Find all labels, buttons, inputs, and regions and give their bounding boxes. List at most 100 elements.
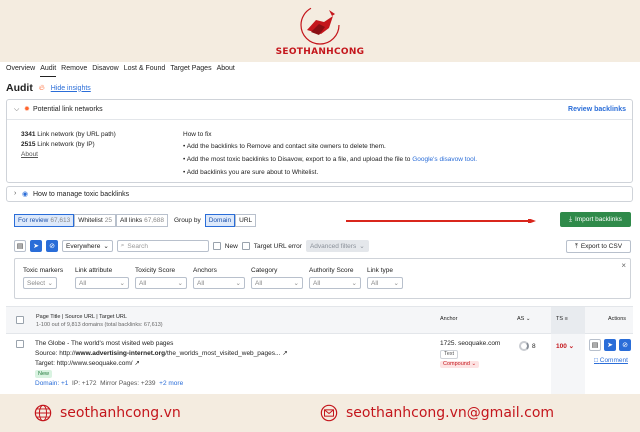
document-icon[interactable]: ▤	[589, 339, 601, 351]
close-icon[interactable]: ×	[621, 261, 626, 270]
filter-panel: × Toxic markers Select ⌄ Link attribute A…	[14, 258, 631, 299]
row-source-url[interactable]: Source: http://www.advertising-internet.…	[35, 349, 288, 359]
document-icon[interactable]: ▤	[14, 240, 26, 252]
anchor-text: 1725. seoquake.com	[440, 340, 501, 347]
panel-title: Potential link networks	[33, 106, 103, 113]
hide-insights-link[interactable]: Hide insights	[51, 85, 91, 92]
category-select[interactable]: All ⌄	[251, 277, 303, 289]
stat-ip: 2515 Link network (by IP)	[21, 141, 95, 148]
column-page-title: Page Title | Source URL | Target URL 1-1…	[36, 314, 163, 328]
upload-icon: ⤒	[574, 242, 578, 250]
sort-icon: ≡	[564, 316, 568, 322]
ip-link[interactable]: IP: +172	[72, 380, 96, 387]
brand-footer: seothanhcong.vn seothanhcong.vn@gmail.co…	[0, 394, 640, 432]
column-as[interactable]: AS ⌄	[517, 316, 530, 322]
globe-icon	[34, 404, 52, 422]
filter-link-type: Link type All ⌄	[367, 267, 403, 289]
send-icon[interactable]: ➤	[604, 339, 616, 351]
tab-target-pages[interactable]: Target Pages	[170, 65, 211, 77]
group-domain[interactable]: Domain	[204, 214, 236, 227]
stat-url-path: 3341 Link network (by URL path)	[21, 131, 116, 138]
row-meta: Domain: +1 IP: +172 Mirror Pages: +239 +…	[35, 379, 288, 389]
review-backlinks-link[interactable]: Review backlinks	[568, 106, 626, 113]
disavow-tool-link[interactable]: Google's disavow tool.	[412, 156, 477, 163]
target-error-checkbox[interactable]	[241, 242, 250, 250]
tab-remove[interactable]: Remove	[61, 65, 87, 77]
filter-toxic-markers: Toxic markers Select ⌄	[23, 267, 64, 289]
toxicity-score[interactable]: 100 ⌄	[551, 334, 585, 394]
tab-audit[interactable]: Audit	[40, 65, 57, 77]
how-to-fix: How to fix • Add the backlinks to Remove…	[183, 130, 477, 179]
tab-overview[interactable]: Overview	[6, 65, 35, 77]
filter-authority-score: Authority Score All ⌄	[309, 267, 361, 289]
flame-icon: 🔥︎	[38, 83, 45, 92]
tab-for-review[interactable]: For review 67,613	[14, 214, 75, 227]
scope-select[interactable]: Everywhere ⌄	[62, 240, 113, 252]
chevron-down-icon: ⌄	[359, 243, 365, 250]
advanced-filters-button[interactable]: Advanced filters ⌄	[305, 240, 369, 252]
chevron-down-icon[interactable]: ⌵	[14, 106, 19, 114]
footer-email[interactable]: seothanhcong.vn@gmail.com	[320, 404, 554, 422]
chevron-right-icon[interactable]: ›	[14, 190, 16, 197]
list-toolbar: ▤ ➤ ⊘ Everywhere ⌄ ⌕ Search New Target URL…	[14, 240, 369, 252]
link-attribute-select[interactable]: All ⌄	[75, 277, 129, 289]
search-input[interactable]: ⌕ Search	[116, 240, 209, 252]
row-actions: ▤ ➤ ⊘	[589, 339, 631, 351]
authority-score-select[interactable]: All ⌄	[309, 277, 361, 289]
annotation-arrow	[346, 219, 536, 223]
compound-tag[interactable]: Compound ⌄	[440, 361, 480, 368]
filter-link-attribute: Link attribute All ⌄	[75, 267, 129, 289]
tab-lost-found[interactable]: Lost & Found	[124, 65, 166, 77]
howto-item: • Add the most toxic backlinks to Disavo…	[183, 156, 478, 163]
tab-all-links[interactable]: All links 67,688	[116, 214, 168, 227]
external-link-icon[interactable]: ↗	[134, 360, 139, 367]
toxic-markers-select[interactable]: Select ⌄	[23, 277, 57, 289]
row-target-url[interactable]: Target: http://www.seoquake.com/ ↗	[35, 359, 288, 369]
column-anchor[interactable]: Anchor	[440, 316, 457, 322]
manage-label: How to manage toxic backlinks	[33, 191, 130, 198]
score-ring-icon	[519, 341, 529, 351]
row-page-info: The Globe - The world's most visited web…	[35, 339, 288, 389]
select-all-checkbox[interactable]	[16, 316, 24, 324]
filter-category: Category All ⌄	[251, 267, 303, 289]
link-networks-panel: ⌵ ✹ Potential link networks Review backl…	[6, 99, 633, 183]
brand-header: SEOTHANHCONG	[0, 0, 640, 62]
row-title[interactable]: The Globe - The world's most visited web…	[35, 339, 288, 349]
howto-title: How to fix	[183, 131, 212, 138]
mirror-link[interactable]: Mirror Pages: +239	[100, 380, 155, 387]
more-link[interactable]: +2 more	[159, 380, 183, 387]
disavow-icon[interactable]: ⊘	[46, 240, 58, 252]
comment-link[interactable]: □ Comment	[594, 357, 628, 364]
send-icon[interactable]: ➤	[30, 240, 42, 252]
link-type-select[interactable]: All ⌄	[367, 277, 403, 289]
new-checkbox[interactable]	[212, 242, 221, 250]
row-anchor: 1725. seoquake.com Text Compound ⌄	[440, 339, 500, 369]
page-title-bar: Audit 🔥︎ Hide insights	[6, 82, 91, 94]
network-stats: 3341 Link network (by URL path) 2515 Lin…	[21, 130, 116, 160]
disavow-icon[interactable]: ⊘	[619, 339, 631, 351]
footer-website[interactable]: seothanhcong.vn	[34, 404, 181, 422]
page-title: Audit	[6, 82, 33, 94]
search-icon: ⌕	[120, 242, 125, 249]
export-csv-button[interactable]: ⤒ Export to CSV	[566, 240, 631, 253]
import-backlinks-button[interactable]: ⤓ Import backlinks	[560, 212, 631, 227]
toxicity-score-select[interactable]: All ⌄	[135, 277, 187, 289]
column-ts[interactable]: TS ≡	[551, 307, 585, 334]
top-nav: Overview Audit Remove Disavow Lost & Fou…	[6, 65, 235, 77]
panel-header[interactable]: ⌵ ✹ Potential link networks Review backl…	[7, 100, 632, 120]
anchors-select[interactable]: All ⌄	[193, 277, 245, 289]
domain-link[interactable]: Domain: +1	[35, 380, 68, 387]
filter-toxicity-score: Toxicity Score All ⌄	[135, 267, 187, 289]
comment-icon: □	[594, 357, 598, 364]
group-url[interactable]: URL	[235, 214, 257, 227]
tab-about[interactable]: About	[217, 65, 235, 77]
tab-disavow[interactable]: Disavow	[92, 65, 118, 77]
howto-item: • Add backlinks you are sure about to Wh…	[183, 169, 319, 176]
new-badge: New	[35, 370, 53, 378]
external-link-icon[interactable]: ↗	[282, 350, 287, 357]
manage-toxic-panel[interactable]: › ◉ How to manage toxic backlinks	[6, 186, 633, 202]
tab-whitelist[interactable]: Whitelist 25	[74, 214, 117, 227]
about-link[interactable]: About	[21, 150, 116, 160]
download-icon: ⤓	[569, 215, 572, 223]
row-checkbox[interactable]	[16, 340, 24, 348]
